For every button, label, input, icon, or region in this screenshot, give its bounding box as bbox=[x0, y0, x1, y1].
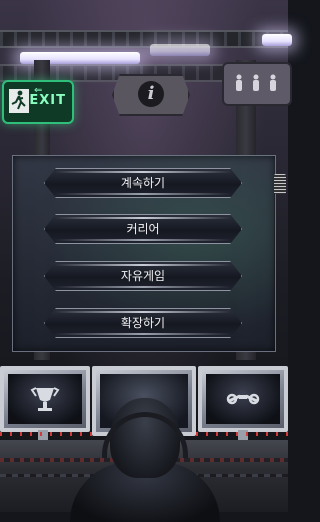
info-sign: i bbox=[112, 74, 190, 116]
wrench-icon bbox=[226, 393, 260, 405]
monitor-screen bbox=[206, 374, 280, 424]
person-icon bbox=[253, 74, 259, 91]
people-sign bbox=[222, 62, 292, 106]
info-icon: i bbox=[138, 81, 164, 107]
ceiling-light bbox=[262, 34, 292, 46]
person-icon bbox=[236, 74, 242, 91]
running-man-icon bbox=[9, 89, 29, 113]
settings-monitor[interactable] bbox=[198, 366, 288, 432]
ceiling-truss bbox=[0, 30, 288, 48]
trophy-icon bbox=[30, 387, 60, 411]
indicator-lights bbox=[0, 432, 96, 436]
career-button[interactable]: 커리어 bbox=[44, 214, 242, 244]
exit-label: EXIT bbox=[29, 93, 66, 108]
person-icon bbox=[270, 74, 276, 91]
continue-button[interactable]: 계속하기 bbox=[44, 168, 242, 198]
exit-sign: ⇐ EXIT bbox=[2, 80, 74, 124]
speaker-grille bbox=[274, 174, 286, 194]
indicator-lights bbox=[196, 432, 288, 436]
ceiling-light bbox=[150, 44, 210, 56]
free-play-button[interactable]: 자유게임 bbox=[44, 261, 242, 291]
expand-button[interactable]: 확장하기 bbox=[44, 308, 242, 338]
trophy-monitor[interactable] bbox=[0, 366, 90, 432]
monitor-screen bbox=[8, 374, 82, 424]
